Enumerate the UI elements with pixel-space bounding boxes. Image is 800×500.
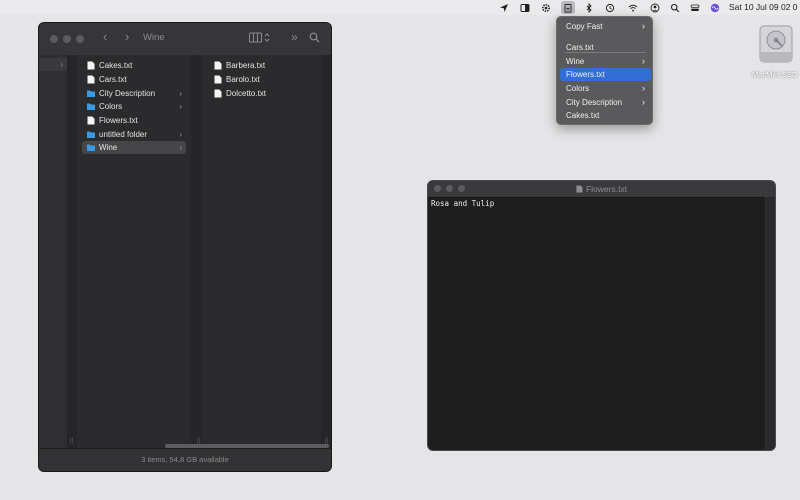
bluetooth-icon[interactable] — [583, 2, 594, 13]
menu-item-label: Colors — [566, 84, 590, 93]
search-icon[interactable] — [669, 2, 680, 13]
list-item[interactable]: Dolcetto.txt — [209, 87, 315, 100]
list-item-label: Barolo.txt — [226, 75, 260, 84]
menu-item-label: Copy Fast — [566, 22, 603, 31]
textedit-titlebar[interactable]: Flowers.txt — [428, 181, 775, 198]
hard-drive-icon — [759, 25, 793, 63]
menu-item-copy-fast[interactable]: Copy Fast › — [560, 20, 651, 33]
list-item[interactable]: Flowers.txt — [82, 114, 186, 127]
menubar-clock[interactable]: Sat 10 Jul 09 02 0 — [729, 2, 798, 12]
wifi-icon[interactable] — [627, 2, 638, 13]
list-item[interactable]: Colors › — [82, 100, 186, 113]
menu-item-label: Cakes.txt — [566, 111, 600, 120]
chevron-right-icon: › — [642, 56, 645, 66]
vertical-scrollbar[interactable] — [765, 197, 775, 450]
document-icon — [87, 116, 95, 125]
text-editor-area[interactable]: Rosa and Tulip — [431, 198, 765, 450]
gear-icon[interactable] — [540, 2, 551, 13]
finder-toolbar: ‹ › Wine » — [39, 23, 331, 56]
list-item-label: Colors — [99, 102, 123, 111]
menu-item-flowers[interactable]: Flowers.txt — [560, 68, 651, 81]
clipboard-menu-icon[interactable] — [561, 1, 575, 14]
document-icon — [214, 75, 222, 84]
list-item[interactable]: Cakes.txt — [82, 59, 186, 72]
list-item-label: Dolcetto.txt — [226, 89, 267, 98]
folder-icon — [87, 131, 95, 138]
siri-icon[interactable] — [709, 2, 720, 13]
textedit-title: Flowers.txt — [428, 184, 775, 194]
list-item-label: untitled folder — [99, 130, 148, 139]
control-center-icon[interactable] — [689, 2, 700, 13]
menu-item-city-description[interactable]: City Description › — [560, 96, 651, 109]
disk-label: MacMini SSD — [752, 70, 798, 79]
list-item-label: Barbera.txt — [226, 61, 266, 70]
finder-column-contents[interactable]: Cakes.txt Cars.txt City Description › Co… — [77, 55, 192, 449]
menu-item-label: Flowers.txt — [566, 70, 605, 79]
document-icon — [214, 61, 222, 70]
list-item[interactable]: Barolo.txt — [209, 73, 315, 86]
finder-status-bar: 3 items, 54,8 GB available — [39, 448, 331, 471]
list-item-label: City Description — [99, 89, 156, 98]
menu-item-label: Wine — [566, 57, 585, 66]
list-item[interactable]: Cars.txt — [82, 73, 186, 86]
sidebar-app-icon[interactable] — [519, 2, 530, 13]
folder-icon — [87, 90, 95, 97]
location-arrow-icon[interactable] — [498, 2, 509, 13]
forward-icon[interactable]: › — [125, 29, 129, 44]
finder-column-wine[interactable]: Barbera.txt Barolo.txt Dolcetto.txt — [201, 55, 322, 449]
chevron-right-icon: › — [642, 97, 645, 107]
folder-icon — [87, 144, 95, 151]
menu-item-wine[interactable]: Wine › — [560, 55, 651, 68]
chevron-right-icon: › — [642, 21, 645, 31]
menu-item-cars[interactable]: Cars.txt — [560, 41, 651, 54]
zoom-button[interactable] — [76, 35, 84, 43]
parent-selected-row[interactable]: › — [39, 58, 67, 71]
list-item[interactable]: City Description › — [82, 87, 186, 100]
textedit-window: Flowers.txt Rosa and Tulip — [427, 180, 776, 451]
chevron-right-icon: › — [60, 60, 63, 69]
chevron-right-icon: › — [642, 83, 645, 93]
document-icon — [576, 185, 583, 193]
chevron-right-icon: › — [179, 102, 182, 111]
window-title: Flowers.txt — [585, 184, 628, 194]
back-icon[interactable]: ‹ — [103, 29, 107, 44]
document-icon — [87, 61, 95, 70]
list-item-selected[interactable]: Wine › — [82, 141, 186, 154]
chevron-right-icon: › — [179, 143, 182, 152]
list-item[interactable]: Barbera.txt — [209, 59, 315, 72]
search-icon[interactable] — [309, 32, 320, 46]
finder-window: ‹ › Wine » › Cakes.txt Cars.txt City Des… — [38, 22, 332, 472]
menubar: Sat 10 Jul 09 02 0 — [0, 0, 800, 15]
list-item-label: Wine — [99, 143, 118, 152]
chevron-right-icon: › — [179, 89, 182, 98]
finder-column-parent[interactable]: › — [39, 55, 68, 449]
finder-title: Wine — [143, 32, 165, 43]
minimize-button[interactable] — [63, 35, 71, 43]
status-text: 3 items, 54,8 GB available — [141, 455, 229, 464]
menu-item-label: Cars.txt — [566, 43, 594, 52]
view-columns-icon[interactable] — [249, 32, 271, 46]
time-machine-icon[interactable] — [604, 2, 615, 13]
more-chevron-icon[interactable]: » — [291, 30, 298, 44]
chevron-right-icon: › — [179, 130, 182, 139]
document-text[interactable]: Rosa and Tulip — [431, 199, 494, 208]
document-icon — [214, 89, 222, 98]
list-item[interactable]: untitled folder › — [82, 128, 186, 141]
list-item-label: Cakes.txt — [99, 61, 133, 70]
user-icon[interactable] — [649, 2, 660, 13]
menu-item-label: City Description — [566, 98, 623, 107]
list-item-label: Cars.txt — [99, 75, 127, 84]
column-grip-icon[interactable]: || — [70, 438, 73, 444]
clipboard-dropdown-menu: Copy Fast › Cars.txt Wine › Flowers.txt … — [556, 16, 653, 125]
desktop-disk[interactable]: MacMini SSD — [752, 22, 798, 80]
close-button[interactable] — [50, 35, 58, 43]
folder-icon — [87, 103, 95, 110]
column-resize-gutter[interactable] — [321, 55, 331, 449]
menu-item-cakes[interactable]: Cakes.txt — [560, 109, 651, 122]
list-item-label: Flowers.txt — [99, 116, 138, 125]
document-icon — [87, 75, 95, 84]
menu-item-colors[interactable]: Colors › — [560, 82, 651, 95]
